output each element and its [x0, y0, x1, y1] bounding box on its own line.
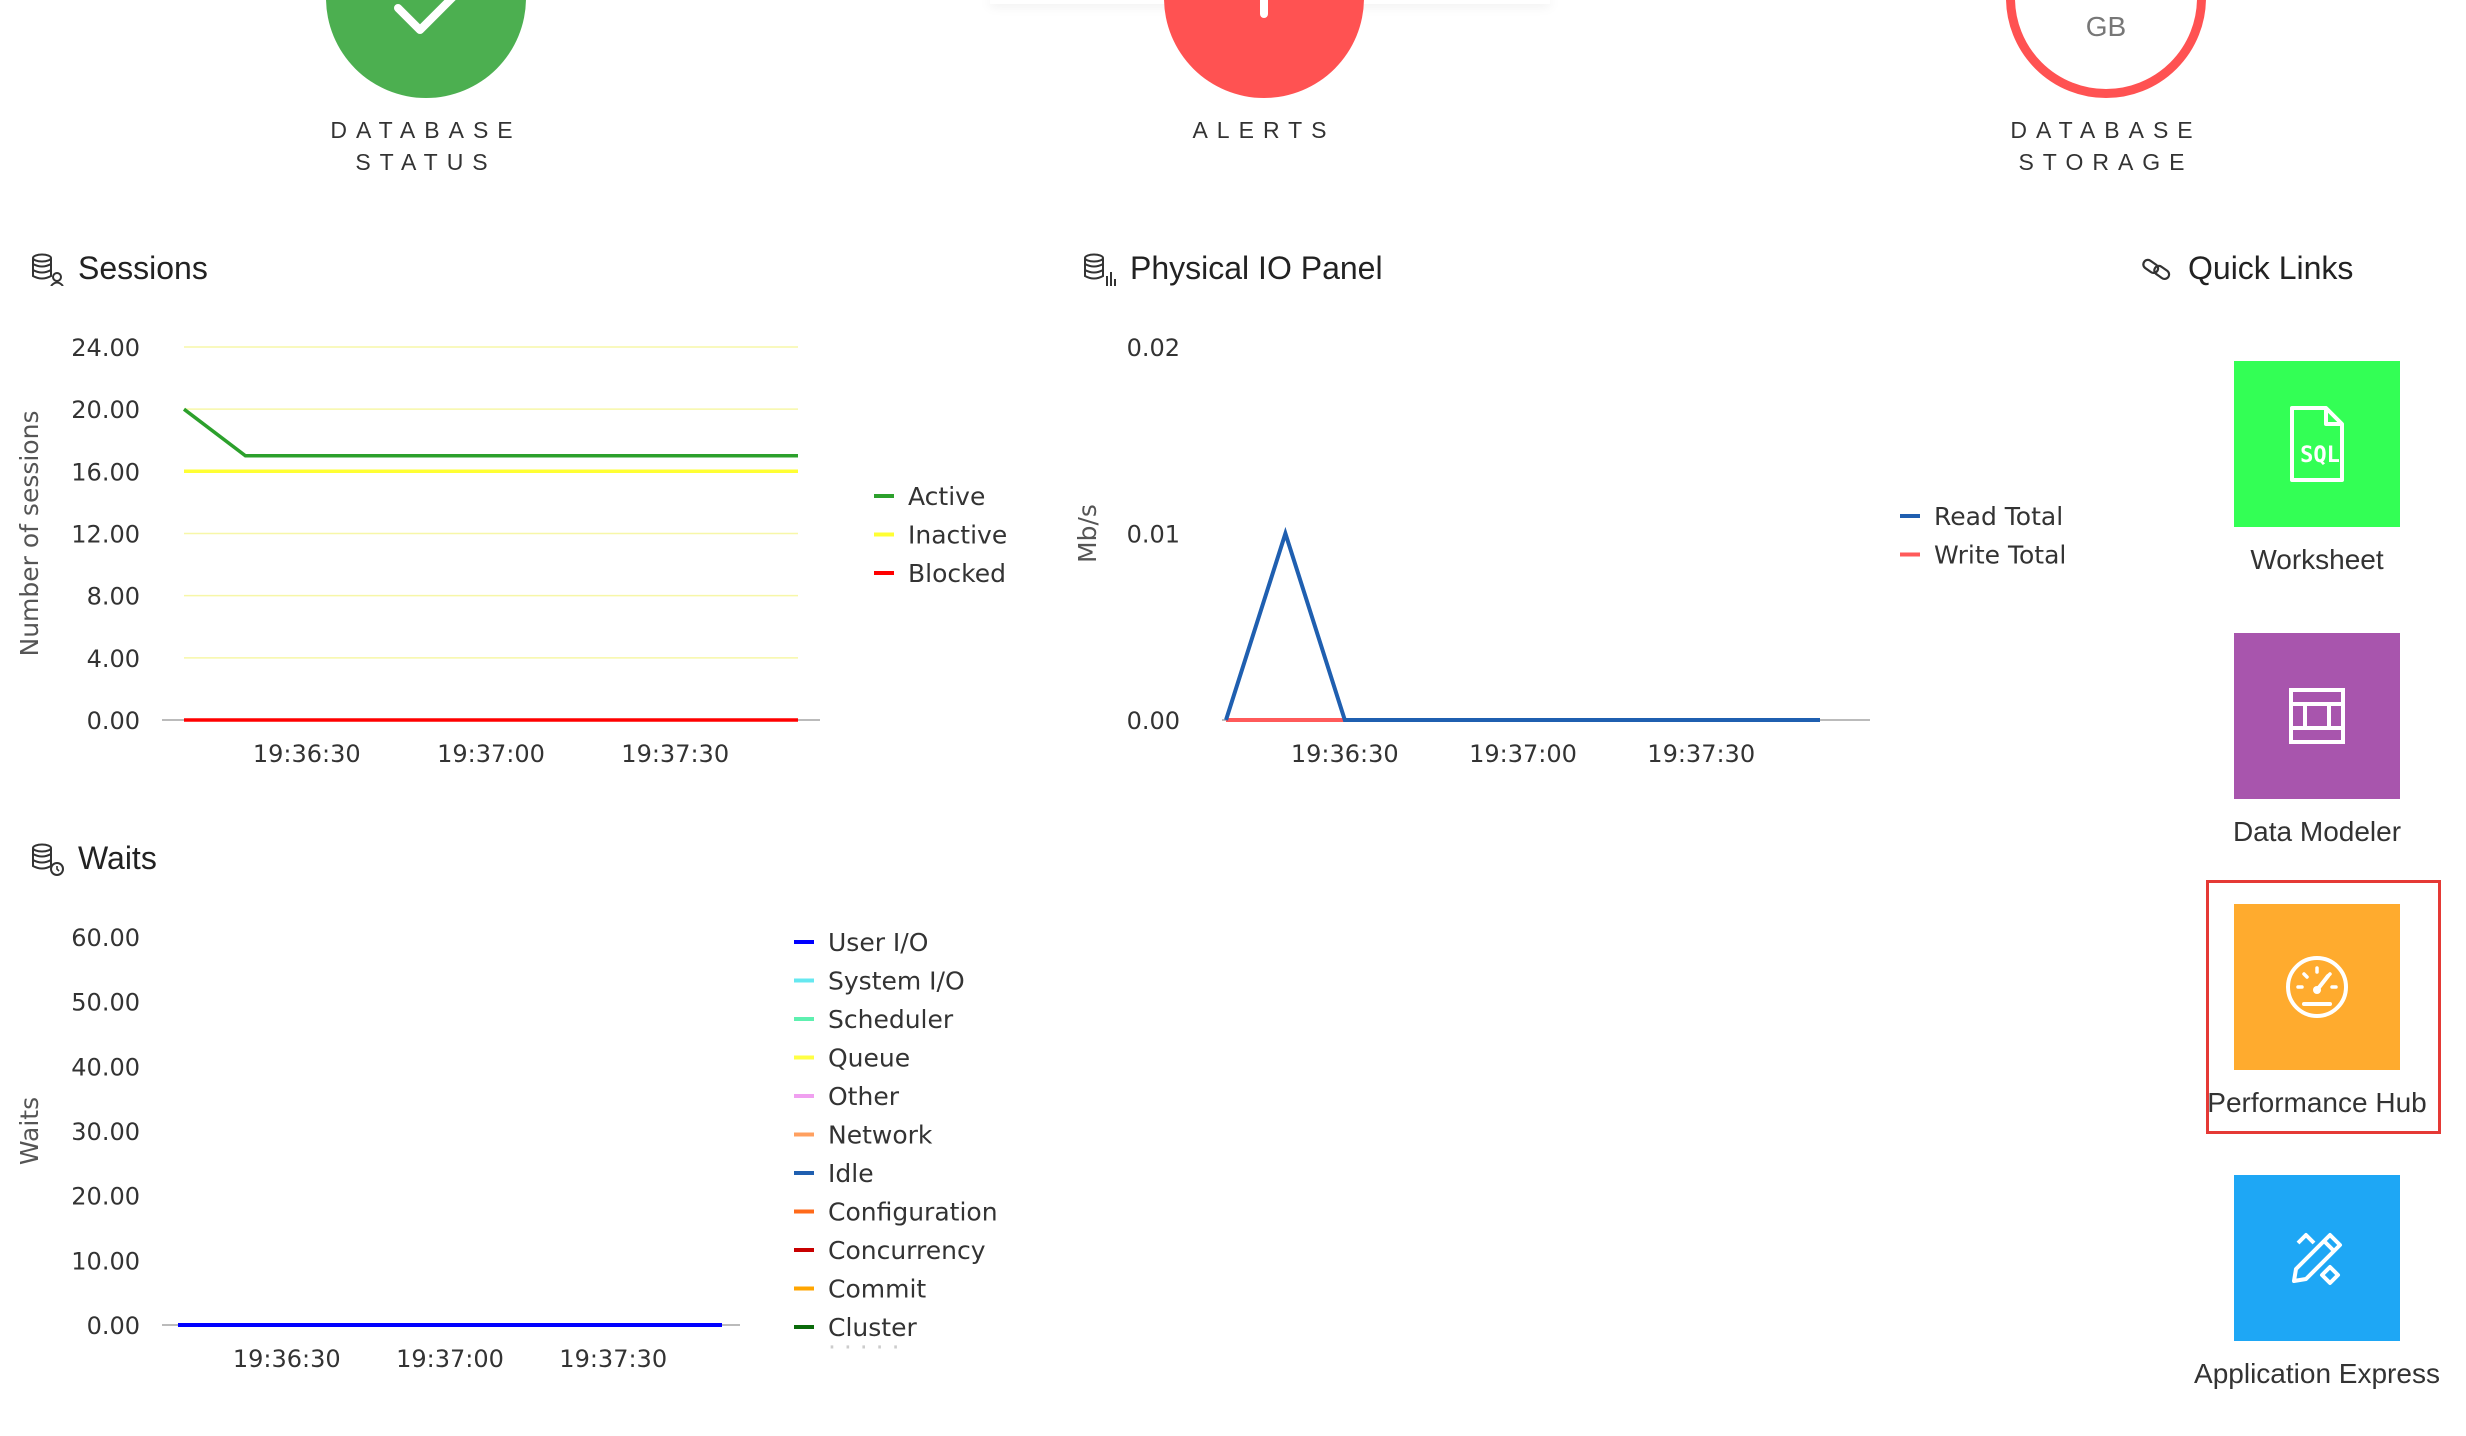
database-storage-gauge: GB [2006, 0, 2206, 98]
y-tick-label: 12.00 [71, 521, 140, 549]
legend-item: Queue [828, 1044, 910, 1073]
physical-io-database-icon [1084, 253, 1116, 286]
database-storage-widget[interactable]: GB DATABASE STORAGE [1986, 0, 2226, 180]
performance-hub-tile[interactable] [2234, 904, 2400, 1070]
y-axis-label: Waits [15, 1097, 44, 1165]
worksheet-tile[interactable]: SQL [2234, 361, 2400, 527]
legend-item: Inactive [908, 521, 1007, 550]
x-tick-label: 19:37:00 [437, 740, 545, 768]
database-status-label: DATABASE STATUS [330, 117, 522, 175]
alerts-circle [1164, 0, 1364, 98]
legend-item: Concurrency [828, 1236, 986, 1265]
waits-database-icon [32, 843, 64, 876]
y-tick-label: 0.00 [87, 1312, 140, 1340]
x-tick-label: 19:37:00 [1469, 740, 1577, 768]
legend-item: Configuration [828, 1198, 998, 1227]
legend-item: Write Total [1934, 541, 2066, 570]
y-tick-label: 10.00 [71, 1247, 140, 1275]
performance-hub-label[interactable]: Performance Hub [2167, 1087, 2466, 1119]
y-axis-label: Number of sessions [15, 411, 44, 657]
waits-panel-title: Waits [30, 840, 157, 877]
x-tick-label: 19:37:30 [559, 1345, 667, 1373]
sessions-chart[interactable]: 24.00 20.00 16.00 12.00 8.00 4.00 0.00 19:36:30… [0, 310, 1050, 800]
y-tick-label: 20.00 [71, 1183, 140, 1211]
x-tick-label: 19:36:30 [233, 1345, 341, 1373]
x-tick-label: 19:36:30 [1291, 740, 1399, 768]
application-express-label[interactable]: Application Express [2167, 1358, 2466, 1390]
legend-item: Idle [828, 1159, 874, 1188]
checkmark-icon [394, 0, 456, 34]
x-tick-label: 19:37:00 [396, 1345, 504, 1373]
data-modeler-tile[interactable] [2234, 633, 2400, 799]
legend-item: Scheduler [828, 1005, 954, 1034]
x-tick-label: 19:36:30 [253, 740, 361, 768]
x-tick-label: 19:37:30 [621, 740, 729, 768]
y-axis-label: Mb/s [1073, 504, 1102, 563]
series-line-read-total [1224, 526, 1820, 722]
worksheet-label[interactable]: Worksheet [2167, 544, 2466, 576]
quick-links-title: Quick Links [2140, 250, 2353, 287]
legend-item: User I/O [828, 928, 928, 957]
legend-item: Commit [828, 1275, 926, 1304]
y-tick-label: 60.00 [71, 924, 140, 952]
x-tick-label: 19:37:30 [1647, 740, 1755, 768]
y-tick-label: 0.02 [1127, 334, 1180, 362]
database-storage-label: DATABASE STORAGE [2010, 117, 2202, 175]
y-tick-label: 24.00 [71, 334, 140, 362]
database-status-circle [326, 0, 526, 98]
alerts-widget[interactable]: ALERTS [1144, 0, 1384, 180]
legend-overflow-indicator: · · · · · [828, 1333, 900, 1362]
y-tick-label: 30.00 [71, 1118, 140, 1146]
waits-chart[interactable]: 60.00 50.00 40.00 30.00 20.00 10.00 0.00 19:36:… [0, 900, 1050, 1400]
legend-item: Read Total [1934, 502, 2063, 531]
series-line-active [182, 407, 798, 458]
y-tick-label: 20.00 [71, 396, 140, 424]
y-tick-label: 4.00 [87, 645, 140, 673]
speedometer-icon [2286, 956, 2348, 1018]
sessions-panel-title: Sessions [30, 250, 208, 287]
storage-unit: GB [2085, 11, 2127, 42]
legend-item: Active [908, 482, 985, 511]
y-tick-label: 40.00 [71, 1053, 140, 1081]
physical-io-panel-title: Physical IO Panel [1082, 250, 1383, 287]
alerts-label: ALERTS [1192, 117, 1336, 143]
y-tick-label: 0.01 [1127, 521, 1180, 549]
legend-item: Blocked [908, 559, 1006, 588]
y-tick-label: 0.00 [87, 707, 140, 735]
y-tick-label: 16.00 [71, 458, 140, 486]
application-express-tile[interactable] [2234, 1175, 2400, 1341]
y-tick-label: 50.00 [71, 989, 140, 1017]
svg-text:SQL: SQL [2300, 443, 2340, 468]
legend-item: System I/O [828, 967, 965, 996]
legend-item: Network [828, 1121, 933, 1150]
sql-file-icon: SQL [2290, 406, 2344, 482]
physical-io-chart[interactable]: 0.02 0.01 0.00 19:36:30 19:37:00 19:37:30 Mb/s… [1060, 310, 2160, 800]
data-modeler-icon [2289, 688, 2345, 744]
pencil-ruler-icon [2292, 1233, 2342, 1285]
y-tick-label: 8.00 [87, 583, 140, 611]
sessions-database-icon [32, 253, 64, 286]
database-status-widget[interactable]: DATABASE STATUS [306, 0, 546, 180]
alert-exclamation-icon [1260, 0, 1268, 18]
data-modeler-label[interactable]: Data Modeler [2167, 816, 2466, 848]
link-icon [2142, 258, 2171, 280]
y-tick-label: 0.00 [1127, 707, 1180, 735]
legend-item: Other [828, 1082, 900, 1111]
